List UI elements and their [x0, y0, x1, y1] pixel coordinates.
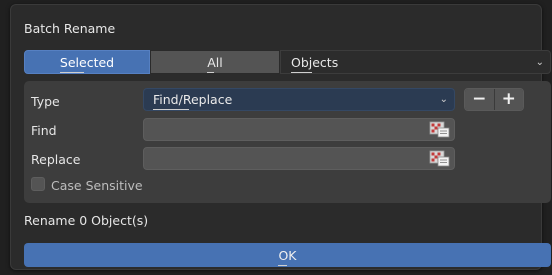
eyedropper-icon[interactable] [429, 150, 451, 168]
tab-all[interactable]: All [150, 50, 280, 74]
data-type-value: Objects [291, 54, 339, 73]
tab-all-label: All [207, 54, 223, 73]
rename-count-status: Rename 0 Object(s) [24, 213, 149, 228]
type-dropdown[interactable]: Find/Replace ⌄ [143, 88, 455, 111]
type-label: Type [31, 94, 60, 109]
chevron-down-icon: ⌄ [439, 94, 448, 105]
add-remove-action-buttons: − + [464, 88, 524, 111]
case-sensitive-checkbox[interactable] [31, 177, 45, 191]
find-label: Find [31, 123, 57, 138]
tab-selected[interactable]: Selected [24, 50, 150, 74]
ok-button[interactable]: OK [24, 243, 551, 267]
data-type-dropdown[interactable]: Objects ⌄ [280, 50, 551, 74]
batch-rename-dialog: Batch Rename Selected All Objects ⌄ Type… [10, 4, 551, 270]
replace-field[interactable] [143, 147, 455, 170]
remove-action-button[interactable]: − [465, 89, 494, 110]
rename-action-panel: Type Find/Replace ⌄ − + Find Replace Cas… [24, 81, 551, 203]
find-field[interactable] [143, 118, 455, 141]
add-action-button[interactable]: + [493, 89, 523, 110]
replace-label: Replace [31, 152, 81, 167]
dialog-title: Batch Rename [24, 21, 116, 36]
eyedropper-icon[interactable] [429, 121, 451, 139]
tab-selected-label: Selected [59, 54, 115, 73]
chevron-down-icon: ⌄ [535, 56, 544, 68]
case-sensitive-label: Case Sensitive [51, 178, 143, 193]
data-source-selector: Selected All Objects ⌄ [24, 50, 551, 74]
ok-label: OK [278, 247, 297, 266]
type-value: Find/Replace [153, 92, 233, 110]
